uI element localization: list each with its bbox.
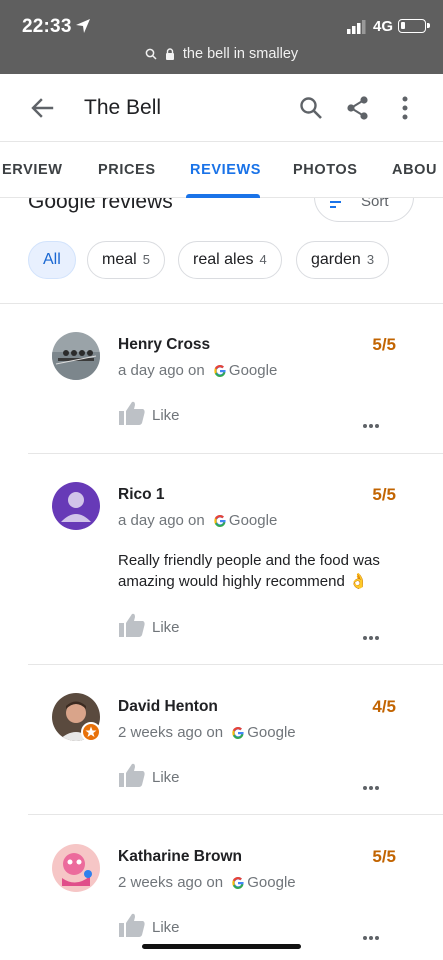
avatar[interactable] [52, 332, 100, 380]
signal-strength-icon [347, 20, 366, 34]
review-source: Google [228, 362, 278, 379]
review-meta: a day ago on Google [118, 512, 277, 529]
divider [28, 453, 443, 454]
share-icon[interactable] [344, 94, 372, 122]
review-rating: 5/5 [372, 847, 396, 866]
like-button[interactable]: Like [118, 400, 180, 426]
tab-overview[interactable]: ERVIEW [2, 162, 63, 178]
review-source: Google [228, 512, 278, 529]
more-options-icon[interactable] [362, 935, 380, 941]
review-rating: 5/5 [372, 335, 396, 354]
reviewer-name[interactable]: Katharine Brown [118, 848, 242, 866]
review-rating: 4/5 [372, 697, 396, 716]
chip-label: All [43, 251, 61, 268]
search-icon [145, 48, 157, 60]
search-icon[interactable] [297, 94, 325, 122]
tab-prices[interactable]: PRICES [98, 162, 156, 178]
thumbs-up-icon [119, 763, 145, 787]
tab-photos[interactable]: PHOTOS [293, 162, 358, 178]
like-button[interactable]: Like [118, 912, 180, 938]
review-source: Google [247, 874, 296, 891]
filter-chip-garden[interactable]: garden 3 [296, 241, 390, 279]
filter-chip-real-ales[interactable]: real ales 4 [178, 241, 282, 279]
reviewer-name[interactable]: Henry Cross [118, 336, 210, 354]
reviewer-name[interactable]: David Henton [118, 698, 218, 716]
url-bar[interactable]: the bell in smalley [0, 46, 443, 62]
google-logo-icon [214, 364, 226, 377]
location-arrow-icon [76, 19, 90, 33]
like-label: Like [152, 619, 180, 636]
review-time: 2 weeks ago on [118, 724, 224, 741]
status-time: 22:33 [22, 16, 72, 37]
tab-about[interactable]: ABOU [392, 162, 437, 178]
network-type: 4G [373, 18, 394, 35]
thumbs-up-icon [119, 613, 145, 637]
review-rating: 5/5 [372, 485, 396, 504]
review-source: Google [247, 724, 296, 741]
google-logo-icon [232, 876, 244, 889]
review-time: 2 weeks ago on [118, 874, 224, 891]
page-title: The Bell [84, 96, 162, 119]
filter-chip-all[interactable]: All [28, 241, 76, 279]
thumbs-up-icon [119, 913, 145, 937]
google-logo-icon [232, 726, 244, 739]
review-text: Really friendly people and the food was … [118, 552, 380, 590]
divider [28, 664, 443, 665]
battery-icon [398, 19, 430, 33]
review-time: a day ago on [118, 362, 205, 379]
more-options-icon[interactable] [362, 785, 380, 791]
filter-chip-meal[interactable]: meal 5 [87, 241, 165, 279]
back-arrow-icon[interactable] [28, 94, 56, 122]
review-meta: 2 weeks ago on Google [118, 874, 296, 891]
chip-count: 4 [259, 252, 267, 267]
home-indicator[interactable] [142, 944, 301, 949]
chip-label: meal [102, 251, 137, 268]
active-tab-indicator [186, 194, 260, 198]
url-text: the bell in smalley [182, 46, 299, 62]
review-time: a day ago on [118, 512, 205, 529]
chip-count: 3 [366, 252, 375, 267]
divider [0, 303, 443, 304]
google-logo-icon [214, 514, 226, 527]
avatar[interactable] [52, 844, 100, 892]
tab-bar: ERVIEW PRICES REVIEWS PHOTOS ABOU [0, 142, 443, 198]
lock-icon [165, 48, 174, 60]
like-button[interactable]: Like [118, 762, 180, 788]
more-options-icon[interactable] [362, 635, 380, 641]
local-guide-badge-icon [81, 722, 101, 742]
status-bar: 22:33 4G the bell in smalley [0, 0, 443, 74]
avatar[interactable] [52, 482, 100, 530]
more-vertical-icon[interactable] [391, 94, 419, 122]
chip-count: 5 [142, 252, 150, 267]
thumbs-up-icon [119, 401, 145, 425]
chip-label: garden [311, 251, 361, 268]
review-meta: a day ago on Google [118, 362, 277, 379]
tab-reviews[interactable]: REVIEWS [190, 162, 261, 178]
like-label: Like [152, 407, 180, 424]
chip-label: real ales [193, 251, 254, 268]
more-options-icon[interactable] [362, 423, 380, 429]
like-label: Like [152, 769, 180, 786]
like-label: Like [152, 919, 180, 936]
app-bar: The Bell [0, 74, 443, 142]
divider [28, 814, 443, 815]
reviewer-name[interactable]: Rico 1 [118, 486, 165, 504]
review-meta: 2 weeks ago on Google [118, 724, 296, 741]
like-button[interactable]: Like [118, 612, 180, 638]
